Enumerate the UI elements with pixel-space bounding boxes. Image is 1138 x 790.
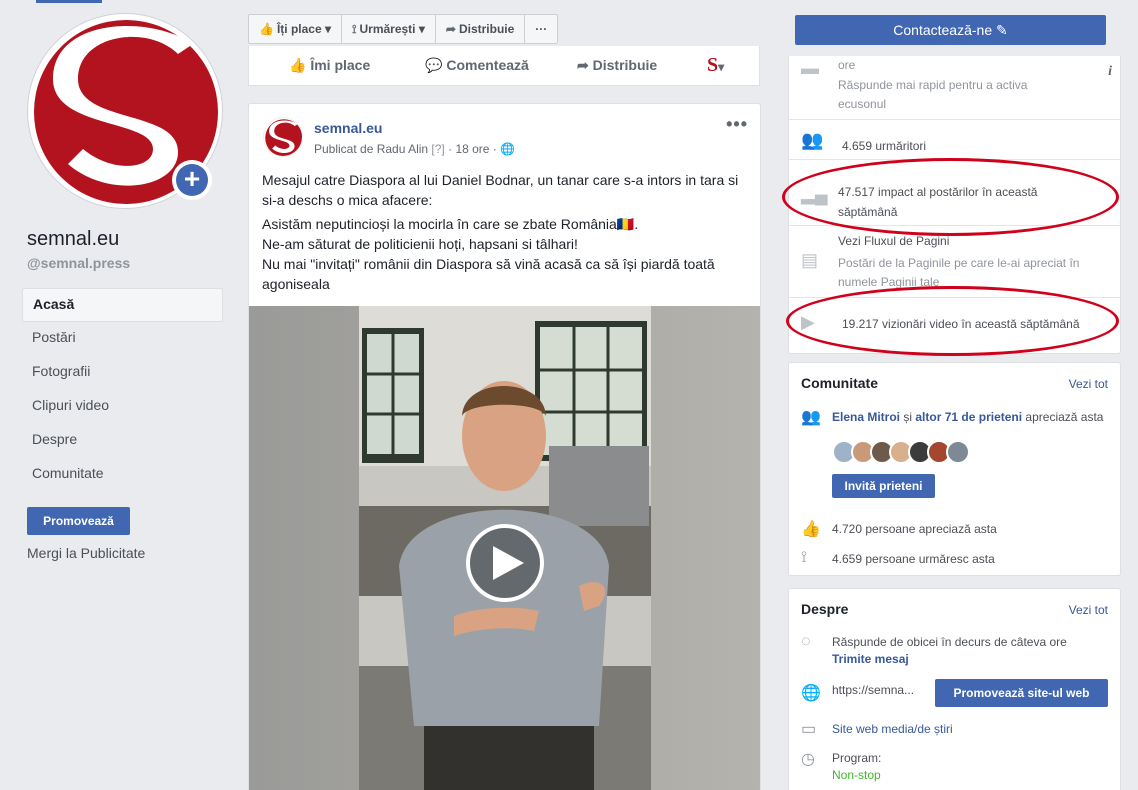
comment-action[interactable]: 💬 Comentează xyxy=(425,57,529,74)
add-photo-button[interactable]: + xyxy=(172,160,212,200)
share-action[interactable]: ➦ Distribuie xyxy=(577,57,657,74)
chevron-down-icon: ▾ xyxy=(324,22,332,36)
post-author-avatar[interactable] xyxy=(263,117,303,157)
post-author-name[interactable]: semnal.eu xyxy=(314,120,382,136)
website-link[interactable]: https://semna... xyxy=(832,682,914,699)
likes-count: 4.720 persoane apreciază asta xyxy=(832,522,997,536)
nav-item-community[interactable]: Comunitate xyxy=(22,458,223,492)
nav-item-posts[interactable]: Postări xyxy=(22,322,223,356)
follow-button[interactable]: ⟟ Urmărești ▾ xyxy=(342,15,436,43)
like-page-button[interactable]: 👍 Îți place ▾ xyxy=(249,15,343,43)
chevron-down-icon: ▾ xyxy=(418,22,425,36)
follows-count: 4.659 persoane urmăresc asta xyxy=(832,552,995,566)
more-button[interactable]: ··· xyxy=(525,15,557,43)
friend-avatars xyxy=(832,440,970,464)
highlight-ellipse-impact xyxy=(782,158,1119,236)
community-see-all-link[interactable]: Vezi tot xyxy=(1069,377,1108,391)
thumbs-up-outline-icon: 👍 xyxy=(289,57,307,73)
thumbs-up-icon: 👍 xyxy=(801,521,821,538)
about-title: Despre xyxy=(801,601,849,617)
hours-label: Program: xyxy=(832,751,882,765)
friends-like-text: Elena Mitroi și altor 71 de prieteni apr… xyxy=(832,410,1104,424)
promote-button[interactable]: Promovează xyxy=(27,507,130,535)
followers-row[interactable]: 👥 4.659 urmăritori xyxy=(789,120,1120,160)
video-player[interactable] xyxy=(249,306,760,790)
response-row: ▬ ore Răspunde mai rapid pentru a activa… xyxy=(789,56,1120,120)
response-time-text: Răspunde de obicei în decurs de câteva o… xyxy=(832,635,1067,649)
friends-icon: 👥 xyxy=(801,409,821,426)
globe-icon: 🌐 xyxy=(801,685,821,702)
nav-item-videos[interactable]: Clipuri video xyxy=(22,390,223,424)
previous-post-actions: 👍 Îmi place 💬 Comentează ➦ Distribuie S▾ xyxy=(248,46,760,86)
info-icon[interactable]: i xyxy=(1108,64,1112,80)
plus-icon: + xyxy=(176,164,208,196)
ads-link[interactable]: Mergi la Publicitate xyxy=(27,545,145,561)
category-link[interactable]: Site web media/de știri xyxy=(832,721,953,738)
post-meta: Publicat de Radu Alin [?] · 18 ore · 🌐 xyxy=(314,142,516,156)
send-message-link[interactable]: Trimite mesaj xyxy=(832,651,909,668)
invite-friends-button[interactable]: Invită prieteni xyxy=(832,474,935,498)
share-icon: ➦ xyxy=(577,57,589,73)
page-title: semnal.eu xyxy=(27,228,120,250)
rss-icon: ⟟ xyxy=(801,549,807,566)
left-column: + semnal.eu @semnal.press Acasă Postări … xyxy=(0,0,235,790)
globe-icon: 🌐 xyxy=(500,142,516,156)
community-card: Comunitate Vezi tot 👥 Elena Mitroi și al… xyxy=(788,362,1121,576)
post-card: semnal.eu Publicat de Radu Alin [?] · 18… xyxy=(248,103,761,790)
about-card: Despre Vezi tot ◌ Răspunde de obicei în … xyxy=(788,588,1121,790)
contact-button[interactable]: Contactează-ne ✎ xyxy=(795,15,1106,45)
speech-bubble-icon: ▬ xyxy=(801,58,819,78)
people-icon: 👥 xyxy=(801,130,824,150)
news-feed-icon: ▤ xyxy=(801,250,819,270)
highlight-ellipse-video xyxy=(786,286,1119,356)
messenger-icon: ◌ xyxy=(801,633,811,650)
post-text: Mesajul catre Diaspora al lui Daniel Bod… xyxy=(262,172,739,292)
rss-icon: ⟟ xyxy=(352,22,357,36)
pencil-icon: ✎ xyxy=(996,22,1008,38)
share-page-button[interactable]: ➦ Distribuie xyxy=(436,15,526,43)
top-strip xyxy=(36,0,102,3)
share-arrow-icon: ➦ xyxy=(445,22,456,36)
promote-website-button[interactable]: Promovează site-ul web xyxy=(935,679,1108,707)
like-action[interactable]: 👍 Îmi place xyxy=(289,57,370,74)
post-options-icon[interactable]: ••• xyxy=(726,114,748,135)
nav-item-home[interactable]: Acasă xyxy=(22,288,223,322)
left-nav: Acasă Postări Fotografii Clipuri video D… xyxy=(22,288,223,492)
about-see-all-link[interactable]: Vezi tot xyxy=(1069,603,1108,617)
page-selector-logo-icon[interactable]: S▾ xyxy=(707,54,724,77)
nav-item-photos[interactable]: Fotografii xyxy=(22,356,223,390)
center-column: 👍 Îți place ▾ ⟟ Urmărești ▾ ➦ Distribuie ··… xyxy=(235,0,775,790)
avatar[interactable] xyxy=(946,440,970,464)
clock-icon: ◷ xyxy=(801,751,815,768)
page-handle: @semnal.press xyxy=(27,255,131,271)
nav-item-about[interactable]: Despre xyxy=(22,424,223,458)
thumbs-up-icon: 👍 xyxy=(259,22,274,36)
community-title: Comunitate xyxy=(801,375,878,391)
hours-value: Non-stop xyxy=(832,768,881,782)
page-toolbar: 👍 Îți place ▾ ⟟ Urmărești ▾ ➦ Distribuie ··… xyxy=(248,14,559,44)
comment-icon: 💬 xyxy=(425,57,443,73)
category-icon: ▭ xyxy=(801,721,817,738)
